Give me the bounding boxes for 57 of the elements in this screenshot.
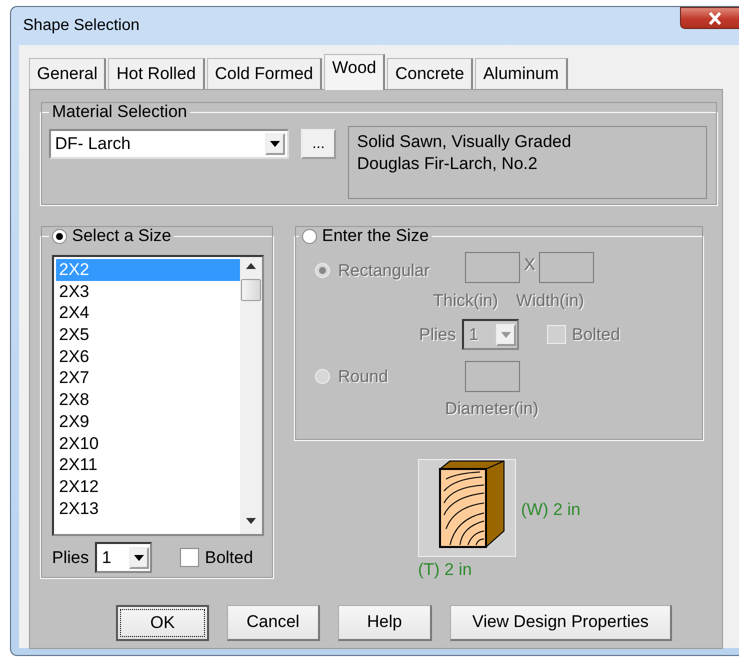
plies-label: Plies <box>52 546 89 569</box>
list-item[interactable]: 2X5 <box>56 324 240 346</box>
list-item[interactable]: 2X4 <box>56 302 240 324</box>
browse-button[interactable]: ... <box>301 129 336 159</box>
list-item[interactable]: 2X3 <box>56 280 240 302</box>
diameter-caption: Diameter(in) <box>445 399 539 418</box>
list-item[interactable]: 2X6 <box>56 346 240 368</box>
plies-label: Plies <box>419 324 456 346</box>
close-icon <box>708 12 722 24</box>
list-item[interactable]: 2X8 <box>56 389 240 411</box>
width-label: (W) 2 in <box>521 499 580 521</box>
scrollbar[interactable] <box>240 257 262 534</box>
list-item[interactable]: 2X13 <box>56 498 240 520</box>
list-item[interactable]: 2X7 <box>56 367 240 390</box>
tab[interactable]: Cold Formed <box>206 58 322 89</box>
dialog-button[interactable]: Help <box>338 604 432 640</box>
width-input[interactable] <box>539 252 594 283</box>
radio-label: Select a Size <box>72 225 172 247</box>
dropdown-value: DF- Larch <box>55 133 131 156</box>
diameter-input[interactable] <box>465 361 520 392</box>
scroll-thumb[interactable] <box>241 279 261 301</box>
radio-label: Enter the Size <box>322 225 429 247</box>
size-listbox[interactable]: 2X2 2X3 2X4 2X5 2X6 2X7 2X8 2X9 2X10 2X11 2X12 2X13 <box>52 255 264 536</box>
dialog-button[interactable]: OK <box>116 604 209 640</box>
times-sign: X <box>524 254 536 276</box>
radio-button[interactable] <box>52 228 67 244</box>
checkbox-label: Bolted <box>572 324 620 346</box>
tab[interactable]: General <box>29 58 106 89</box>
tab[interactable]: Concrete <box>387 58 474 89</box>
dialog-button[interactable]: Cancel <box>227 604 320 640</box>
tab[interactable]: Wood <box>324 54 386 90</box>
radio-label: Round <box>338 366 388 388</box>
width-caption: Width(in) <box>516 290 584 312</box>
list-item[interactable]: 2X11 <box>56 454 240 476</box>
plies-dropdown[interactable]: 1 <box>94 542 152 573</box>
dropdown-arrow-icon <box>500 332 511 338</box>
tab[interactable]: Hot Rolled <box>108 58 205 89</box>
scroll-down-icon <box>246 518 256 524</box>
thickness-caption: Thick(in) <box>433 290 498 312</box>
dropdown-arrow-icon <box>134 554 144 560</box>
thickness-input[interactable] <box>465 252 520 283</box>
scroll-up-icon <box>246 263 256 269</box>
material-dropdown[interactable]: DF- Larch <box>49 129 289 159</box>
checkbox-label: Bolted <box>204 546 254 569</box>
thickness-label: (T) 2 in <box>418 559 473 581</box>
tab[interactable]: Aluminum <box>475 58 568 89</box>
radio-label: Rectangular <box>338 260 430 282</box>
dialog-button[interactable]: View Design Properties <box>450 604 672 640</box>
window-title: Shape Selection <box>22 16 140 36</box>
list-item[interactable]: 2X10 <box>56 432 240 454</box>
checkbox[interactable] <box>180 548 199 567</box>
group-label: Material Selection <box>51 101 188 123</box>
dropdown-arrow-icon <box>270 141 280 147</box>
close-button[interactable] <box>680 7 739 29</box>
list-item[interactable]: 2X9 <box>56 410 240 432</box>
material-description: Solid Sawn, Visually Graded Douglas Fir-Larch, No.2 <box>348 126 707 199</box>
list-item[interactable]: 2X12 <box>56 476 240 498</box>
